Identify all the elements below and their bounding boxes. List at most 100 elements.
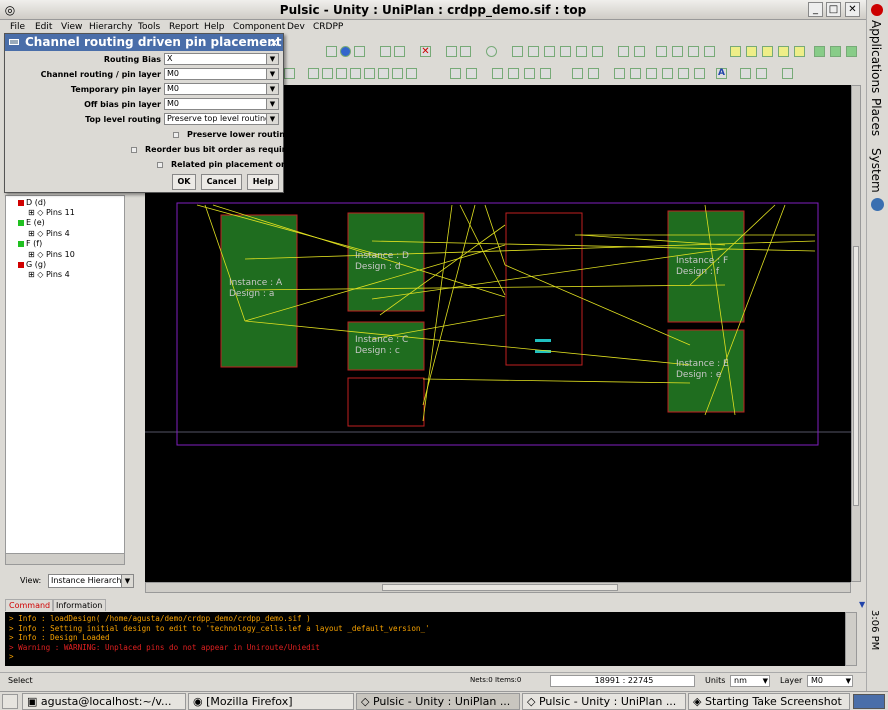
menu-file[interactable]: File [10, 22, 25, 32]
place-b-icon[interactable] [322, 68, 333, 79]
minimize-icon[interactable]: _ [808, 2, 823, 17]
folder-a-icon[interactable] [730, 46, 741, 57]
tree-item-f[interactable]: F (f) [18, 239, 42, 248]
cell-b-icon[interactable] [466, 68, 477, 79]
rect-a-icon[interactable] [572, 68, 583, 79]
cell-f-icon[interactable] [540, 68, 551, 79]
place-a-icon[interactable] [308, 68, 319, 79]
align-a-icon[interactable] [614, 68, 625, 79]
zoom-minus-icon[interactable] [560, 46, 571, 57]
network-icon[interactable] [871, 198, 884, 211]
top-level-routing-select[interactable]: Preserve top level routing ▼ [164, 113, 279, 125]
system-menu[interactable]: System [869, 148, 883, 193]
place-g-icon[interactable] [392, 68, 403, 79]
dialog-titlebar[interactable]: Channel routing driven pin placement ✕ [5, 34, 283, 51]
folder-b-icon[interactable] [746, 46, 757, 57]
menu-tools[interactable]: Tools [138, 22, 160, 32]
tree-item-pins[interactable]: ⊞ ◇ Pins 10 [28, 250, 75, 259]
places-menu[interactable]: Places [869, 98, 883, 136]
console-dropdown-icon[interactable]: ▼ [856, 599, 868, 610]
instance-b[interactable] [505, 212, 583, 366]
view-select[interactable]: Instance Hierarch ▼ [48, 574, 134, 588]
workspace-switcher[interactable] [853, 694, 885, 709]
find-icon[interactable] [618, 46, 629, 57]
tree-item-pins[interactable]: ⊞ ◇ Pins 11 [28, 208, 75, 217]
cell-c-icon[interactable] [492, 68, 503, 79]
align-f-icon[interactable] [694, 68, 705, 79]
grid-toggle-icon[interactable] [284, 68, 295, 79]
select-tool-icon[interactable] [326, 46, 337, 57]
grid-c-icon[interactable] [688, 46, 699, 57]
grid-a-icon[interactable] [656, 46, 667, 57]
task-terminal[interactable]: ▣ agusta@localhost:~/v... [22, 693, 186, 710]
rect-b-icon[interactable] [588, 68, 599, 79]
console-scrollbar[interactable] [845, 612, 857, 666]
menu-edit[interactable]: Edit [35, 22, 52, 32]
zoom-in-icon[interactable] [528, 46, 539, 57]
route-a-icon[interactable] [814, 46, 825, 57]
measure-icon[interactable] [756, 68, 767, 79]
stop-icon[interactable] [486, 46, 497, 57]
clock[interactable]: 3:06 PM [869, 610, 880, 650]
align-e-icon[interactable] [678, 68, 689, 79]
layer-select[interactable]: M0 ▼ [807, 675, 853, 687]
console-output[interactable]: > Info : loadDesign( /home/agusta/demo/c… [5, 612, 845, 666]
align-c-icon[interactable] [646, 68, 657, 79]
task-firefox[interactable]: ◉ [Mozilla Firefox] [188, 693, 354, 710]
task-pulsic-1[interactable]: ◇ Pulsic - Unity : UniPlan ... [356, 693, 520, 710]
routing-bias-select[interactable]: X ▼ [164, 53, 279, 65]
menu-component[interactable]: Component [233, 22, 285, 32]
ok-button[interactable]: OK [172, 174, 196, 190]
canvas-hscrollbar[interactable] [145, 582, 851, 593]
folder-d-icon[interactable] [794, 46, 805, 57]
pen-icon[interactable] [512, 46, 523, 57]
channel-layer-select[interactable]: M0 ▼ [164, 68, 279, 80]
cell-a-icon[interactable] [450, 68, 461, 79]
tab-information[interactable]: Information [52, 599, 107, 611]
tree-item-pins[interactable]: ⊞ ◇ Pins 4 [28, 270, 70, 279]
task-pulsic-2[interactable]: ◇ Pulsic - Unity : UniPlan ... [522, 693, 686, 710]
place-c-icon[interactable] [336, 68, 347, 79]
show-desktop-icon[interactable] [2, 694, 18, 709]
tree-item-pins[interactable]: ⊞ ◇ Pins 4 [28, 229, 70, 238]
off-bias-layer-select[interactable]: M0 ▼ [164, 98, 279, 110]
undo-icon[interactable] [380, 46, 391, 57]
menu-help[interactable]: Help [204, 22, 225, 32]
menu-crdpp[interactable]: CRDPP [313, 22, 343, 32]
tab-command[interactable]: Command [5, 599, 55, 611]
canvas-hscroll-thumb[interactable] [382, 584, 618, 591]
menu-dev[interactable]: Dev [287, 22, 305, 32]
instance-g[interactable] [347, 377, 425, 427]
folder-c-icon[interactable] [778, 46, 789, 57]
globe-tool-icon[interactable] [340, 46, 351, 57]
place-f-icon[interactable] [378, 68, 389, 79]
align-d-icon[interactable] [662, 68, 673, 79]
cut-tool-icon[interactable] [354, 46, 365, 57]
canvas-vscrollbar[interactable] [851, 85, 861, 582]
group-icon[interactable] [446, 46, 457, 57]
pointer-icon[interactable] [782, 68, 793, 79]
preserve-lower-routing-checkbox[interactable]: Preserve lower routing [173, 130, 291, 139]
help-button[interactable]: Help [247, 174, 279, 190]
place-e-icon[interactable] [364, 68, 375, 79]
gnome-foot-icon[interactable] [871, 4, 883, 16]
temp-pin-layer-select[interactable]: M0 ▼ [164, 83, 279, 95]
grid-b-icon[interactable] [672, 46, 683, 57]
help-icon[interactable] [762, 46, 773, 57]
link-icon[interactable] [460, 46, 471, 57]
zoom-area-icon[interactable] [592, 46, 603, 57]
menu-report[interactable]: Report [169, 22, 199, 32]
text-icon[interactable]: A [716, 68, 727, 79]
inspect-icon[interactable] [634, 46, 645, 57]
delete-icon[interactable]: ✕ [420, 46, 431, 57]
cell-d-icon[interactable] [508, 68, 519, 79]
zoom-fit-icon[interactable] [576, 46, 587, 57]
cell-e-icon[interactable] [524, 68, 535, 79]
close-icon[interactable]: ✕ [269, 35, 279, 52]
close-icon[interactable]: ✕ [845, 2, 860, 17]
route-b-icon[interactable] [830, 46, 841, 57]
window-menu-icon[interactable] [9, 39, 19, 45]
reorder-bus-checkbox[interactable]: Reorder bus bit order as required [131, 145, 297, 154]
applications-menu[interactable]: Applications [869, 20, 883, 93]
tree-hscrollbar[interactable] [5, 553, 125, 565]
